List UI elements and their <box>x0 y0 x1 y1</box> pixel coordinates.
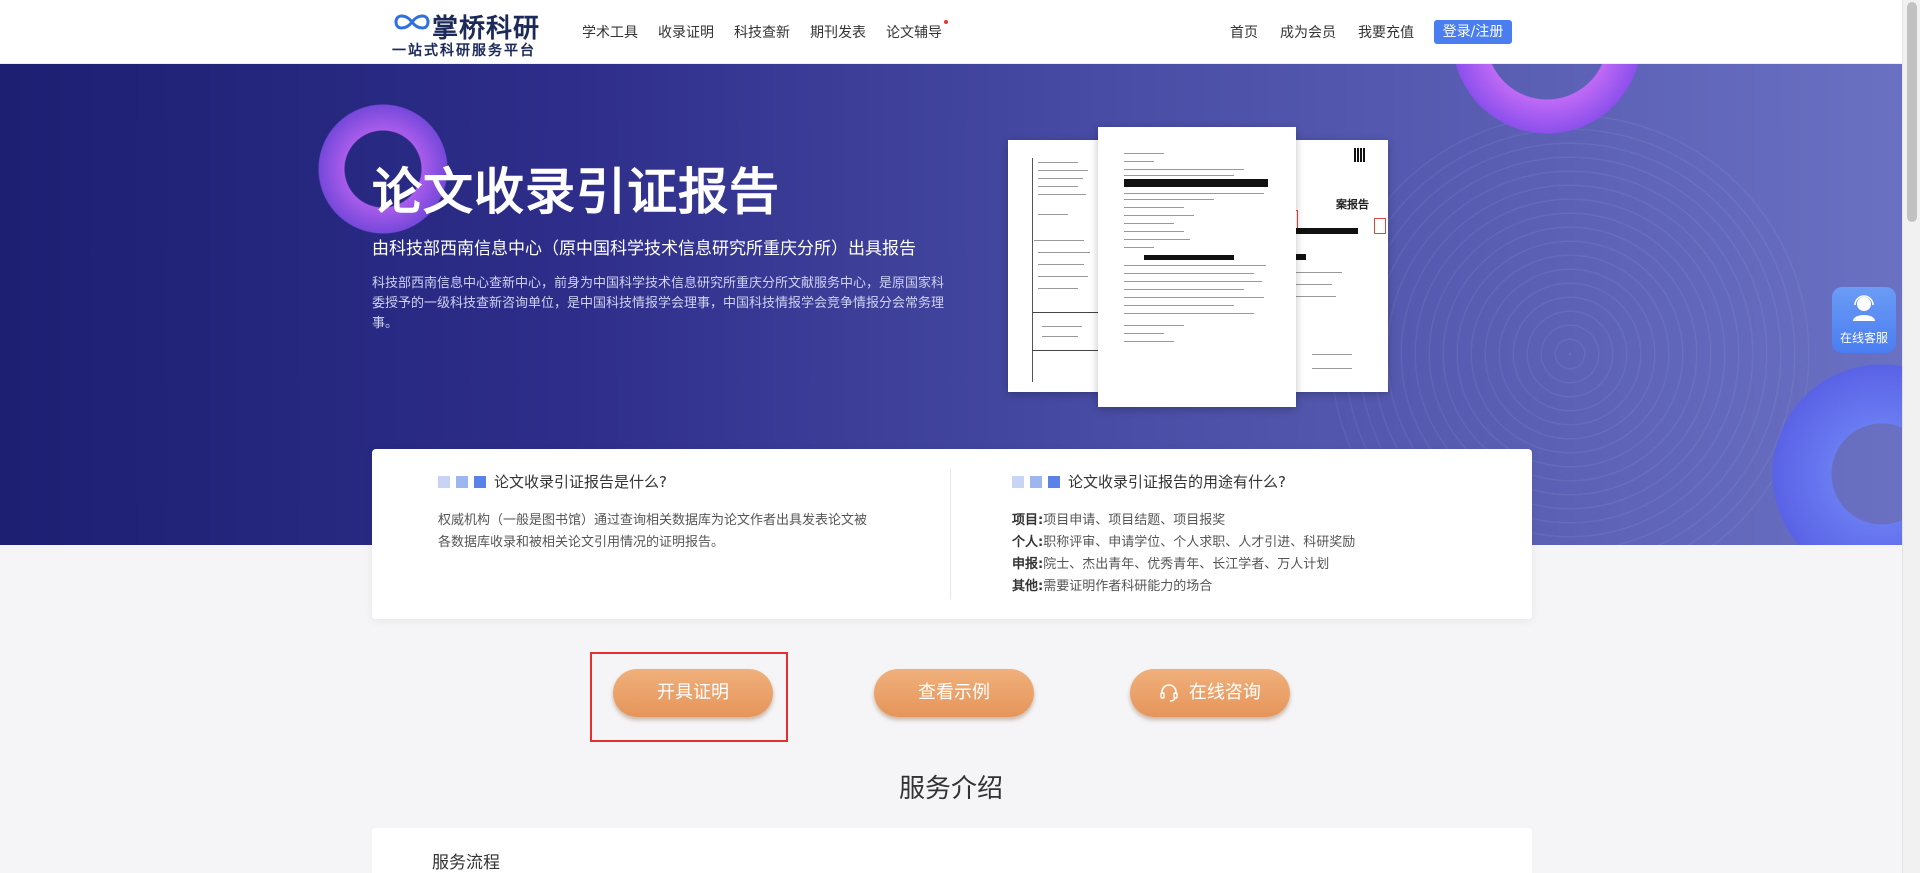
service-section-title: 服务介绍 <box>898 774 1003 804</box>
list-item: 申报:院士、杰出青年、优秀青年、长江学者、万人计划 <box>1012 554 1492 576</box>
decor-squares-icon <box>438 475 486 488</box>
hero-description: 科技部西南信息中心查新中心，前身为中国科学技术信息研究所重庆分所文献服务中心，是… <box>372 276 945 331</box>
use-key: 项目: <box>1012 513 1044 528</box>
use-value: 需要证明作者科研能力的场合 <box>1043 579 1213 594</box>
customer-service-label: 在线客服 <box>1839 331 1888 345</box>
nav-novelty-search[interactable]: 科技查新 <box>734 22 790 42</box>
qr-code-icon <box>1354 148 1366 162</box>
info-uses-heading: 论文收录引证报告的用途有什么? <box>1012 471 1492 492</box>
logo-infinity-icon <box>394 14 430 30</box>
nav-thesis-tutoring[interactable]: 论文辅导 <box>886 20 948 42</box>
service-card: 服务流程 <box>372 828 1532 873</box>
login-register-button[interactable]: 登录/注册 <box>1434 20 1512 44</box>
page-scrollbar[interactable] <box>1902 0 1920 873</box>
nav-journal-publish[interactable]: 期刊发表 <box>810 22 866 42</box>
nav-recharge[interactable]: 我要充值 <box>1358 22 1414 42</box>
list-item: 其他:需要证明作者科研能力的场合 <box>1012 576 1492 598</box>
online-consult-button[interactable]: 在线咨询 <box>1130 669 1290 717</box>
nav-home[interactable]: 首页 <box>1230 22 1258 42</box>
list-item: 个人:职称评审、申请学位、个人求职、人才引进、科研奖励 <box>1012 532 1492 554</box>
scrollbar-thumb[interactable] <box>1907 2 1917 222</box>
use-key: 个人: <box>1012 535 1044 550</box>
use-value: 项目申请、项目结题、项目报奖 <box>1043 513 1226 528</box>
red-stamp-mark-right <box>1374 218 1386 234</box>
report-document-right: 案报告 <box>1286 140 1388 392</box>
service-flow-heading: 服务流程 <box>432 853 500 873</box>
info-what-is-title: 论文收录引证报告是什么? <box>494 473 667 491</box>
hero-subtitle: 由科技部西南信息中心（原中国科学技术信息研究所重庆分所）出具报告 <box>372 239 916 259</box>
use-key: 申报: <box>1012 557 1044 572</box>
headset-icon <box>1160 684 1178 702</box>
nav-become-member[interactable]: 成为会员 <box>1280 22 1336 42</box>
top-header: 掌桥科研 一站式科研服务平台 学术工具 收录证明 科技查新 期刊发表 论文辅导 … <box>0 0 1902 64</box>
report-document-main <box>1098 127 1296 407</box>
info-uses: 论文收录引证报告的用途有什么? 项目:项目申请、项目结题、项目报奖 个人:职称评… <box>1012 471 1492 598</box>
online-consult-label: 在线咨询 <box>1188 682 1261 703</box>
logo[interactable]: 掌桥科研 一站式科研服务平台 <box>392 6 542 59</box>
info-what-is: 论文收录引证报告是什么? 权威机构（一般是图书馆）通过查询相关数据库为论文作者出… <box>438 471 878 554</box>
info-what-is-heading: 论文收录引证报告是什么? <box>438 471 878 492</box>
highlight-box <box>590 652 788 742</box>
right-nav: 首页 成为会员 我要充值 <box>1230 22 1414 42</box>
decor-squares-icon <box>1012 475 1060 488</box>
online-customer-service-widget[interactable]: 在线客服 <box>1832 287 1896 353</box>
view-example-button[interactable]: 查看示例 <box>874 669 1034 717</box>
logo-subtitle: 一站式科研服务平台 <box>392 43 536 59</box>
info-what-is-text: 权威机构（一般是图书馆）通过查询相关数据库为论文作者出具发表论文被各数据库收录和… <box>438 513 868 550</box>
info-divider <box>950 469 951 599</box>
use-value: 院士、杰出青年、优秀青年、长江学者、万人计划 <box>1043 557 1330 572</box>
list-item: 项目:项目申请、项目结题、项目报奖 <box>1012 510 1492 532</box>
use-key: 其他: <box>1012 579 1044 594</box>
info-uses-title: 论文收录引证报告的用途有什么? <box>1068 473 1286 491</box>
use-value: 职称评审、申请学位、个人求职、人才引进、科研奖励 <box>1043 535 1356 550</box>
info-card: 论文收录引证报告是什么? 权威机构（一般是图书馆）通过查询相关数据库为论文作者出… <box>372 449 1532 619</box>
hero-title: 论文收录引证报告 <box>372 163 780 221</box>
main-nav: 学术工具 收录证明 科技查新 期刊发表 论文辅导 <box>582 20 948 42</box>
report-document-left <box>1008 140 1100 392</box>
uses-list: 项目:项目申请、项目结题、项目报奖 个人:职称评审、申请学位、个人求职、人才引进… <box>1012 510 1492 598</box>
nav-inclusion-proof[interactable]: 收录证明 <box>658 22 714 42</box>
nav-academic-tools[interactable]: 学术工具 <box>582 22 638 42</box>
report-doc-heading: 案报告 <box>1336 198 1369 211</box>
new-dot-badge <box>944 20 948 24</box>
customer-service-avatar-icon <box>1853 295 1875 321</box>
nav-thesis-tutoring-label: 论文辅导 <box>886 25 942 41</box>
